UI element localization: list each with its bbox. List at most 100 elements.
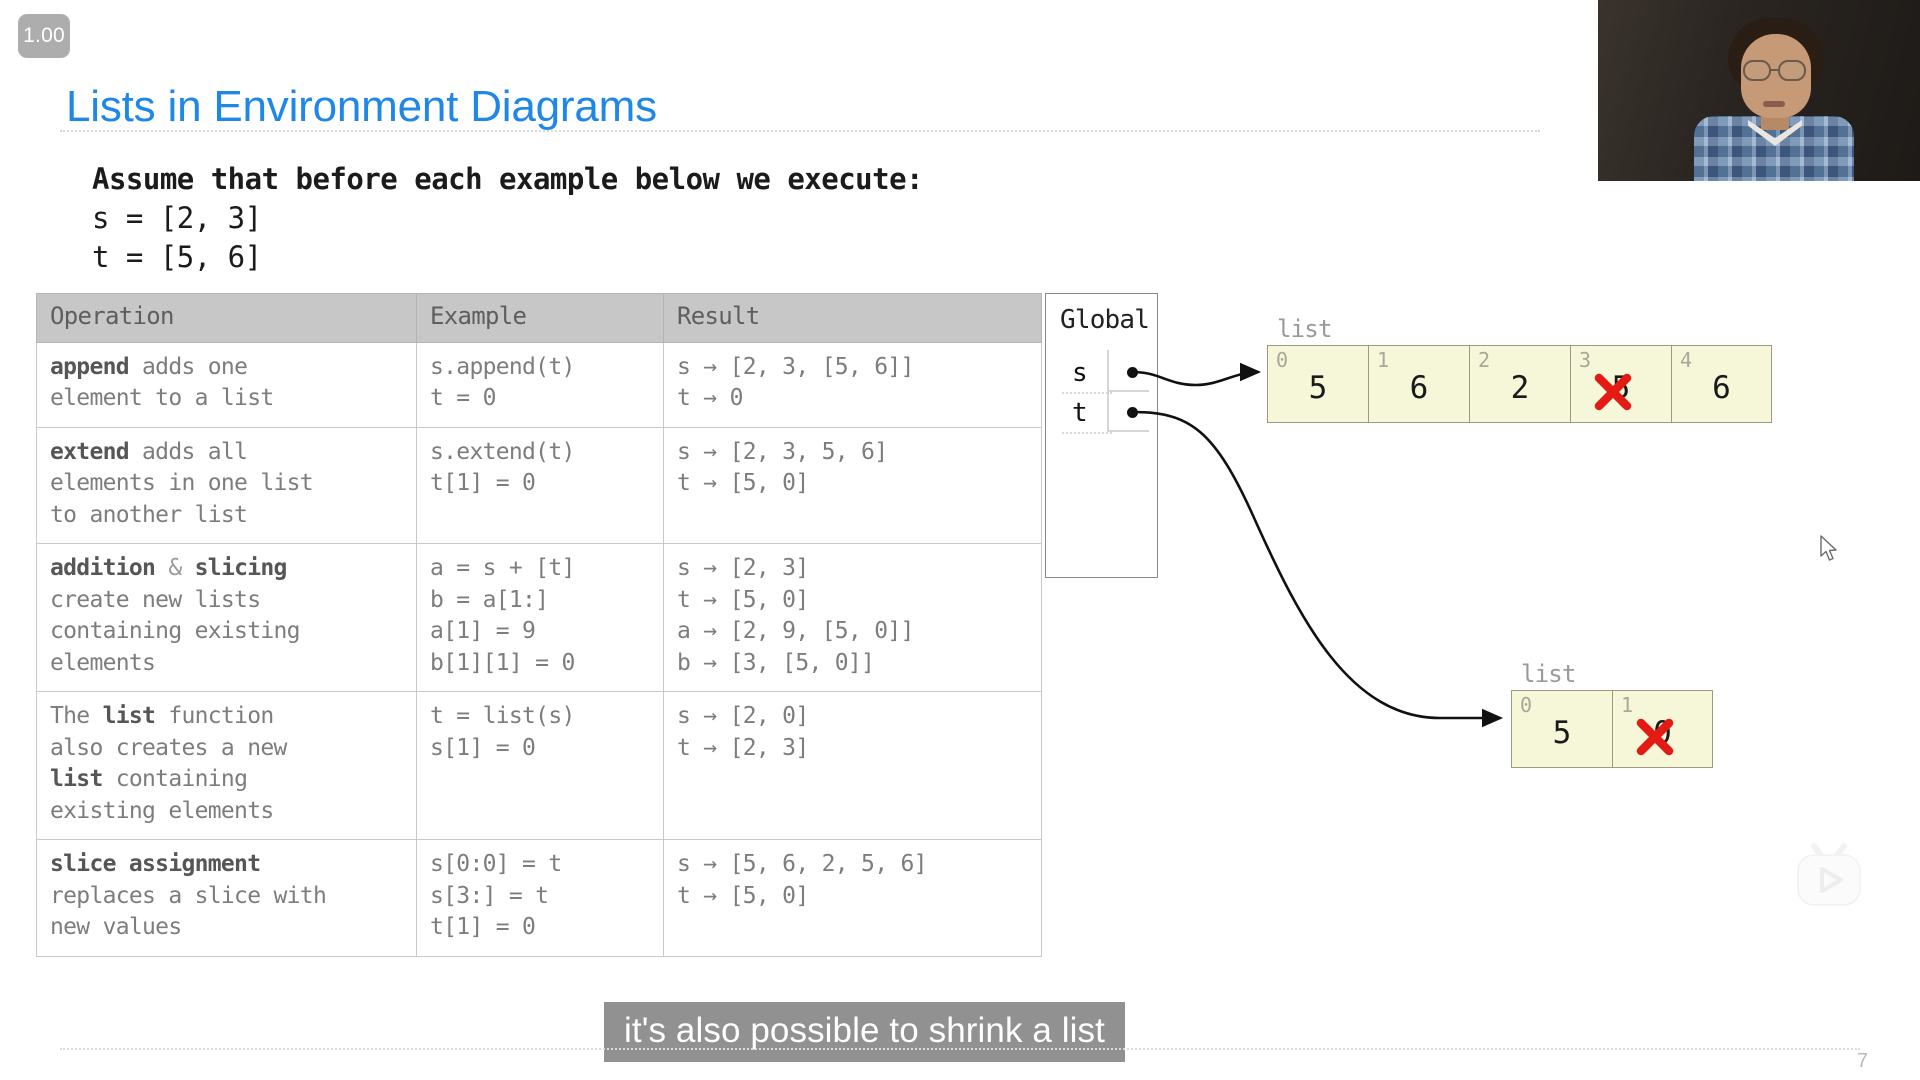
binding-s: s: [1072, 358, 1088, 388]
tv-play-icon: [1790, 842, 1868, 912]
list-cell: 22: [1469, 345, 1570, 423]
assume-line-1: Assume that before each example below we…: [92, 162, 924, 196]
list-object-bottom: 0510: [1511, 690, 1713, 768]
cell-result-line: s → [5, 6, 2, 5, 6]: [677, 851, 927, 877]
list-cell: 05: [1511, 690, 1612, 768]
cell-operation: append adds one element to a list: [36, 341, 417, 428]
list-cell-value: 5: [1611, 370, 1631, 406]
webcam-glasses-left: [1743, 60, 1771, 81]
list-cell: 46: [1671, 345, 1772, 423]
cell-operation-line: replaces a slice with: [50, 882, 327, 909]
binding-name-s: s: [1072, 358, 1088, 388]
cell-operation-line: append adds one: [50, 353, 248, 380]
list-cell: 35: [1570, 345, 1671, 423]
list-cell-value: 2: [1510, 370, 1530, 406]
list-cell-index: 0: [1276, 348, 1289, 372]
table-row: addition & slicing create new lists contai…: [36, 543, 1042, 692]
cell-result-line: s → [2, 3, 5, 6]: [677, 438, 888, 465]
cell-example: s.append(t) t = 0: [416, 341, 664, 428]
page-number: 7: [1856, 1050, 1868, 1072]
global-frame-title: Global: [1060, 305, 1150, 335]
cell-result: s → [5, 6, 2, 5, 6] t → [5, 0]: [663, 839, 1042, 957]
operations-table: Operation Example Result append adds one…: [36, 293, 1042, 957]
cell-example: t = list(s) s[1] = 0: [416, 691, 664, 840]
binding-t: t: [1072, 398, 1088, 428]
cell-example-line: b[1][1] = 0: [430, 649, 575, 676]
binding-dot-t: [1127, 407, 1138, 418]
list-cell: 05: [1267, 345, 1368, 423]
subtitle-caption: it's also possible to shrink a list: [604, 1002, 1125, 1062]
cell-operation-line: existing elements: [50, 797, 274, 824]
webcam-mouth: [1763, 101, 1785, 107]
list-cell-value: 6: [1409, 370, 1429, 406]
cell-example-line: s.append(t): [430, 353, 575, 380]
cell-operation: addition & slicing create new lists contai…: [36, 543, 417, 692]
cell-example: s[0:0] = t s[3:] = t t[1] = 0: [416, 839, 664, 957]
cell-example-line: t = list(s): [430, 703, 575, 729]
list-cell-index: 1: [1621, 693, 1634, 717]
binding-underline-s: [1062, 392, 1112, 394]
assume-block: Assume that before each example below we…: [92, 160, 924, 277]
cell-result-line: b → [3, [5, 0]]: [677, 649, 875, 676]
column-header-example: Example: [416, 293, 664, 343]
cell-example-line: a = s + [t]: [430, 555, 575, 581]
table-row: extend adds all elements in one list to an…: [36, 426, 1042, 544]
cell-result-line: t → [5, 0]: [677, 882, 809, 909]
binding-underline-t: [1062, 432, 1112, 434]
list-cell-index: 4: [1680, 348, 1693, 372]
global-frame-box: [1045, 293, 1158, 578]
cell-operation-line: element to a list: [50, 385, 274, 411]
list-label-bottom: list: [1521, 660, 1576, 688]
cell-example-line: s[3:] = t: [430, 882, 549, 909]
list-cell: 16: [1368, 345, 1469, 423]
list-cell-index: 2: [1478, 348, 1491, 372]
cell-result-line: s → [2, 3]: [677, 555, 809, 581]
cell-result: s → [2, 3] t → [5, 0] a → [2, 9, [5, 0]] b …: [663, 543, 1042, 692]
webcam-glasses-bridge: [1771, 69, 1778, 71]
cell-example-line: s[1] = 0: [430, 734, 536, 761]
cell-operation: slice assignment replaces a slice with new…: [36, 839, 417, 957]
cell-result-line: t → 0: [677, 385, 743, 411]
column-header-operation: Operation: [36, 293, 417, 343]
list-cell: 10: [1612, 690, 1713, 768]
cell-operation-line: to another list: [50, 501, 248, 528]
cell-operation-line: elements: [50, 649, 156, 676]
cell-example-line: t[1] = 0: [430, 914, 536, 940]
cell-operation-line: list containing: [50, 766, 248, 792]
cell-operation-line: The list function: [50, 703, 274, 729]
table-row: append adds one element to a list s.append…: [36, 341, 1042, 428]
assume-line-2: s = [2, 3]: [92, 201, 262, 235]
list-cell-index: 1: [1377, 348, 1390, 372]
cell-result: s → [2, 0] t → [2, 3]: [663, 691, 1042, 840]
binding-name-t: t: [1072, 398, 1088, 428]
cell-operation-line: addition & slicing: [50, 555, 287, 581]
title-divider: [60, 130, 1540, 132]
cell-result-line: t → [5, 0]: [677, 470, 809, 496]
cell-example-line: t = 0: [430, 385, 496, 411]
cell-operation-line: extend adds all: [50, 438, 248, 465]
table-row: The list function also creates a new list …: [36, 691, 1042, 840]
list-cell-value: 6: [1712, 370, 1731, 406]
cell-result-line: s → [2, 3, [5, 6]]: [677, 353, 914, 380]
presenter-webcam-video[interactable]: [1598, 0, 1920, 181]
cell-result-line: a → [2, 9, [5, 0]]: [677, 618, 914, 644]
cell-operation-line: also creates a new: [50, 734, 287, 761]
table-header-row: Operation Example Result: [36, 293, 1042, 343]
cell-example: a = s + [t] b = a[1:] a[1] = 9 b[1][1] = 0: [416, 543, 664, 692]
cell-operation: The list function also creates a new list …: [36, 691, 417, 840]
cell-example-line: t[1] = 0: [430, 470, 536, 496]
list-cell-index: 3: [1579, 348, 1592, 372]
binding-dot-s: [1127, 367, 1138, 378]
list-label-top: list: [1277, 315, 1332, 343]
cell-operation-line: create new lists: [50, 586, 261, 613]
list-cell-index: 0: [1520, 693, 1533, 717]
footer-divider: [60, 1048, 1860, 1050]
cell-result: s → [2, 3, [5, 6]] t → 0: [663, 341, 1042, 428]
page-title: Lists in Environment Diagrams: [66, 82, 657, 131]
mouse-pointer-icon: [1820, 535, 1840, 568]
cell-operation-line: elements in one list: [50, 470, 314, 496]
list-cell-value: 5: [1308, 370, 1328, 406]
cell-operation-line: containing existing: [50, 618, 300, 644]
cell-operation-line: new values: [50, 914, 182, 940]
cell-example-line: b = a[1:]: [430, 586, 549, 613]
